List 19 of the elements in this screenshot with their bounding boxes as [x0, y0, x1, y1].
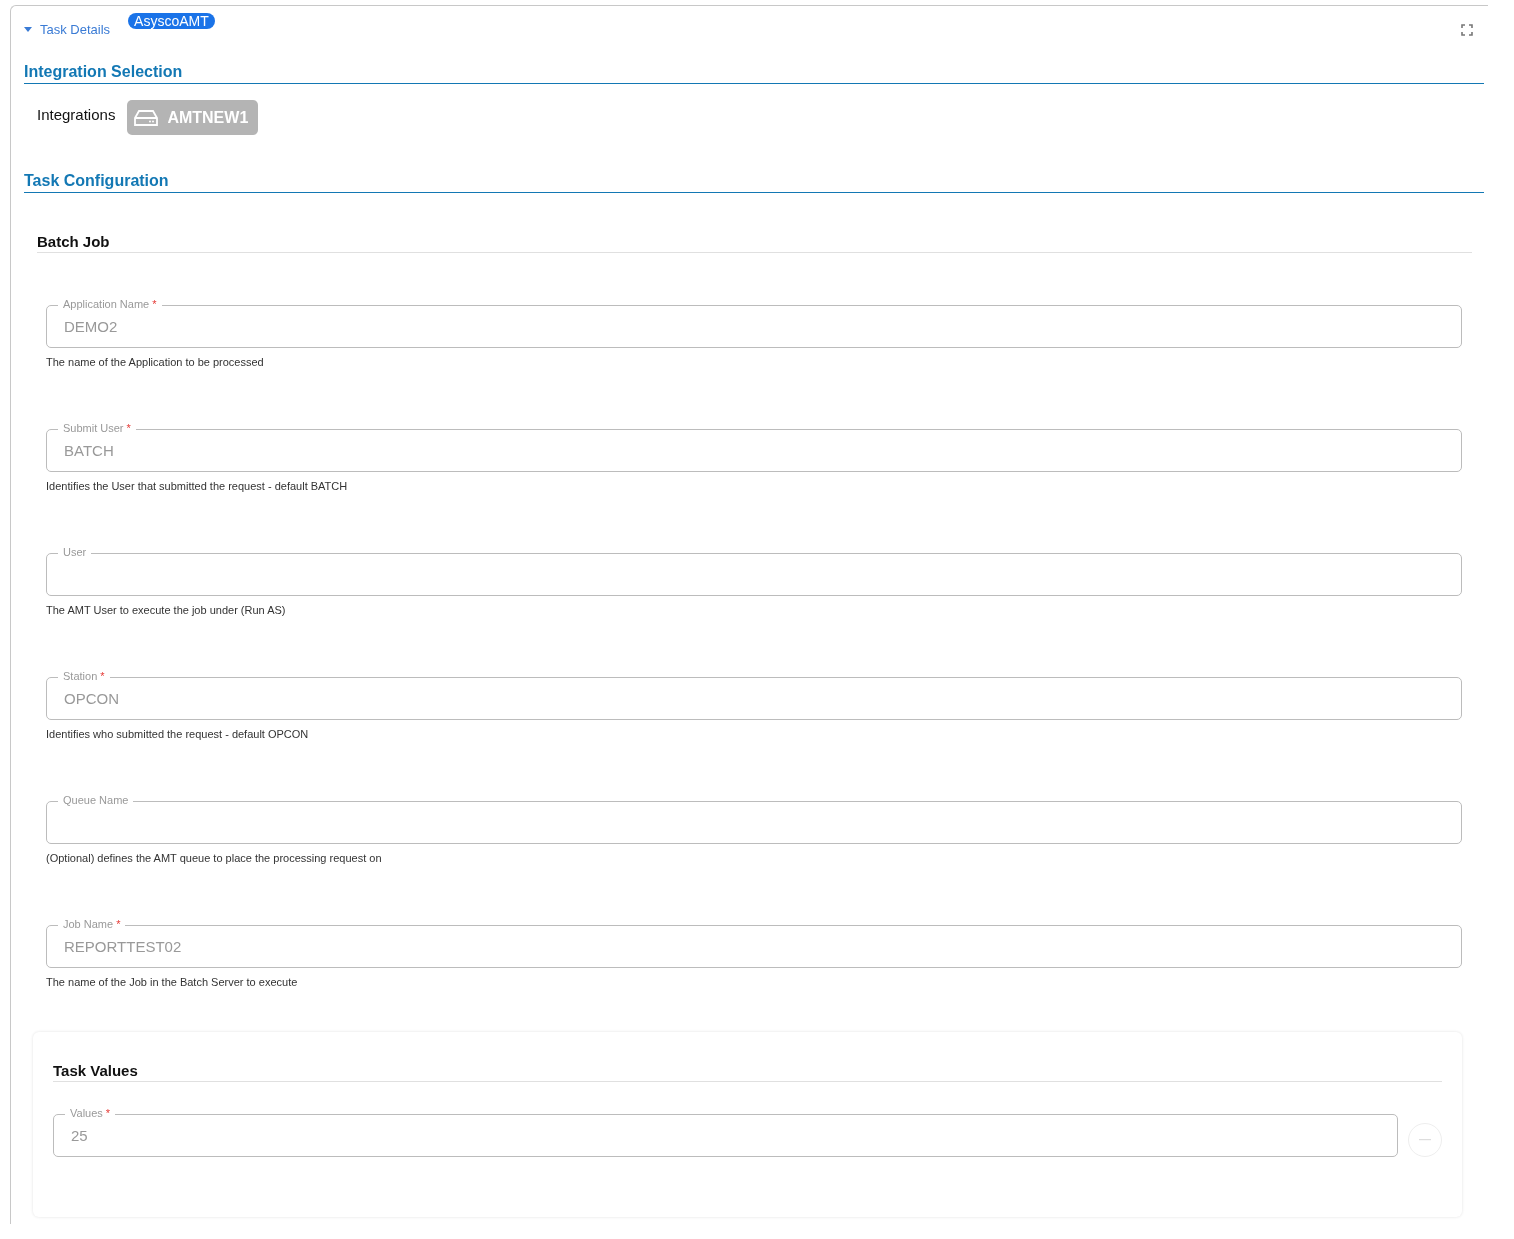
- help-text: (Optional) defines the AMT queue to place the processing request on: [46, 852, 383, 864]
- help-text: Identifies the User that submitted the request - default BATCH: [46, 480, 349, 492]
- section-title: Integration Selection: [24, 63, 1484, 84]
- fullscreen-icon[interactable]: [1461, 24, 1473, 36]
- integration-chip[interactable]: AMTNEW1: [127, 100, 259, 135]
- integrations-label: Integrations: [37, 106, 116, 123]
- server-icon: [133, 108, 160, 127]
- caret-icon: [24, 26, 32, 33]
- group-title: Batch Job: [37, 233, 1472, 253]
- help-text: The name of the Job in the Batch Server to execute: [46, 976, 299, 988]
- task-details-toggle[interactable]: Task Details: [24, 22, 111, 37]
- section-title: Task Configuration: [24, 172, 1484, 193]
- integration-badge: AsyscoAMT: [128, 13, 215, 29]
- help-text: The name of the Application to be processed: [46, 356, 265, 368]
- help-text: Identifies who submitted the request - default OPCON: [46, 728, 310, 740]
- help-text: The AMT User to execute the job under (Run AS): [46, 604, 287, 616]
- remove-button[interactable]: [1408, 1123, 1442, 1157]
- minus-icon: [1419, 1139, 1431, 1141]
- group-title: Task Values: [53, 1062, 1442, 1082]
